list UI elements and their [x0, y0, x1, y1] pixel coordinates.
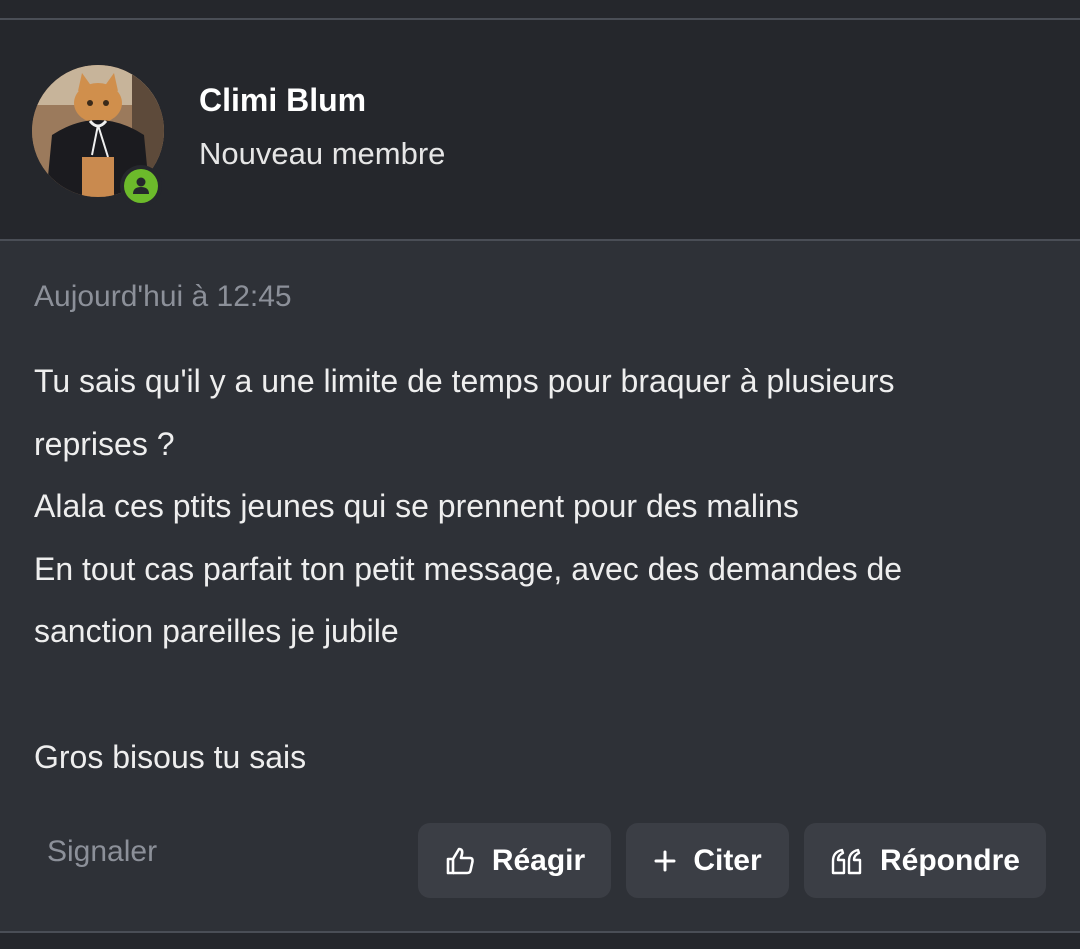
thumbs-up-icon — [446, 847, 474, 874]
reply-button[interactable]: Répondre — [804, 823, 1046, 898]
message-line: reprises ? — [34, 425, 175, 462]
online-user-icon — [133, 177, 149, 194]
reply-button-label: Répondre — [879, 843, 1020, 877]
report-link[interactable]: Signaler — [47, 835, 157, 869]
post-author-header: Climi Blum Nouveau membre — [0, 20, 1080, 241]
quote-button-label: Citer — [693, 843, 762, 877]
post-timestamp[interactable]: Aujourd'hui à 12:45 — [34, 280, 292, 314]
plus-icon — [654, 850, 676, 871]
post-message: Tu sais qu'il y a une limite de temps po… — [34, 350, 1044, 788]
message-line — [34, 663, 1044, 726]
next-post-strip — [0, 933, 1080, 949]
author-name[interactable]: Climi Blum — [199, 82, 366, 119]
message-line: En tout cas parfait ton petit message, a… — [34, 550, 903, 587]
react-button[interactable]: Réagir — [418, 823, 611, 898]
message-line: Alala ces ptits jeunes qui se prennent p… — [34, 488, 799, 525]
online-status-badge — [120, 165, 162, 207]
message-line: sanction pareilles je jubile — [34, 613, 399, 650]
message-line: Gros bisous tu sais — [34, 738, 307, 775]
message-line: Tu sais qu'il y a une limite de temps po… — [34, 363, 895, 399]
author-role: Nouveau membre — [199, 136, 446, 171]
quote-button[interactable]: Citer — [626, 823, 789, 898]
react-button-label: Réagir — [491, 843, 586, 877]
quote-marks-icon — [831, 848, 862, 874]
top-divider — [0, 0, 1080, 20]
